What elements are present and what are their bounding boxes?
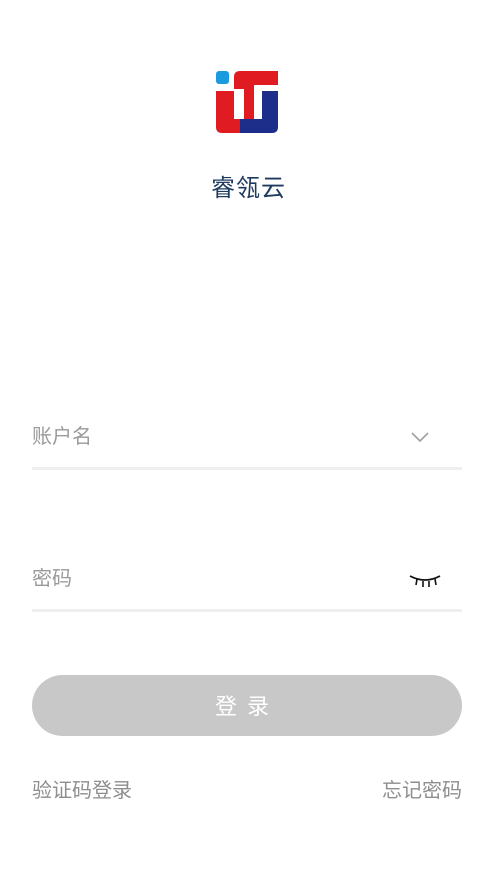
forgot-password-link[interactable]: 忘记密码 xyxy=(382,774,462,803)
eye-closed-icon[interactable] xyxy=(408,572,442,588)
login-button[interactable]: 登录 xyxy=(32,675,462,736)
password-underline xyxy=(32,609,462,612)
app-name: 睿瓴云 xyxy=(211,174,286,202)
login-screen: 睿瓴云 账户名 密码 登录 验证码登录 忘记密码 xyxy=(0,0,497,883)
account-underline xyxy=(32,467,462,470)
chevron-down-icon[interactable] xyxy=(410,430,430,444)
account-placeholder: 账户名 xyxy=(32,424,92,448)
password-placeholder: 密码 xyxy=(32,566,72,590)
app-logo xyxy=(216,71,278,133)
password-field[interactable]: 密码 xyxy=(32,560,462,612)
sms-login-link[interactable]: 验证码登录 xyxy=(32,774,132,803)
account-field[interactable]: 账户名 xyxy=(32,418,462,470)
